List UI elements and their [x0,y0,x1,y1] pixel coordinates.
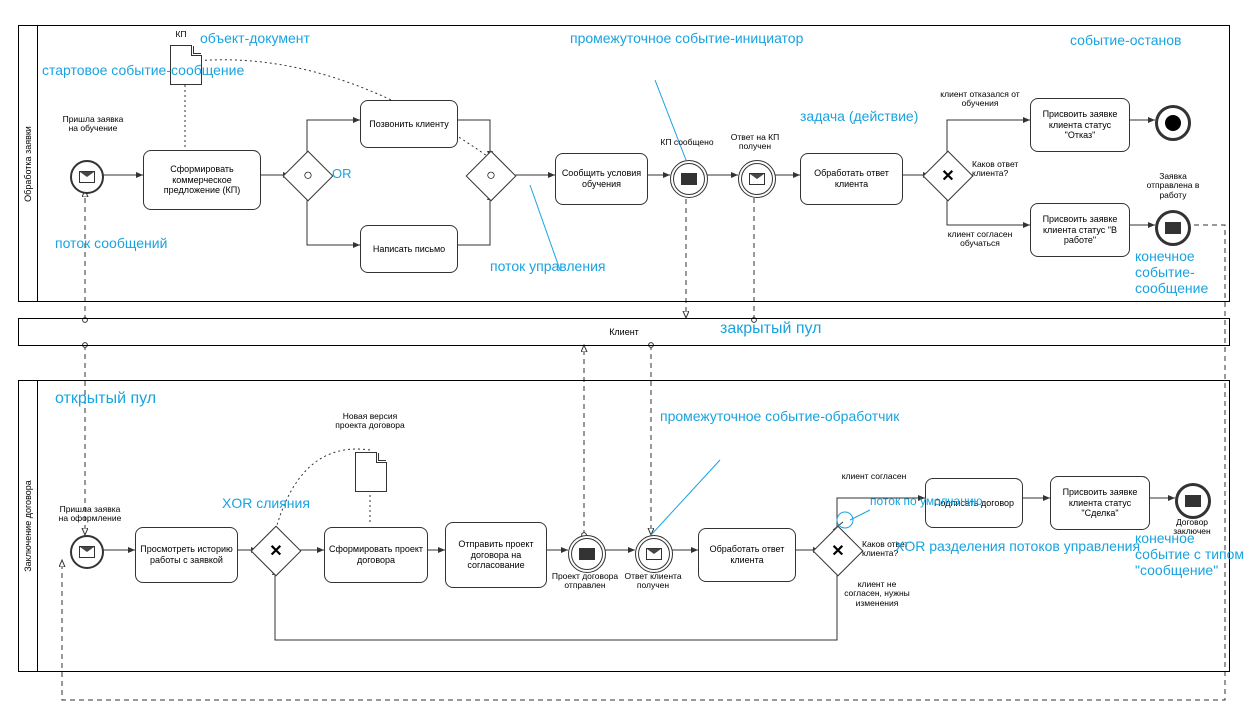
start-event-label-2: Пришла заявка на оформление [55,505,125,524]
task-status-deal: Присвоить заявке клиента статус "Сделка" [1050,476,1150,530]
anno-object-document: объект-документ [200,30,310,46]
task-inform-conditions: Сообщить условия обучения [555,153,648,205]
anno-xor-merge: XOR слияния [222,495,310,511]
doc-label-contract: Новая версия проекта договора [335,412,405,431]
task-status-inwork: Присвоить заявке клиента статус "В работ… [1030,203,1130,257]
anno-default-flow: поток по умолчанию [870,495,983,509]
lane-2-text: Заключение договора [23,480,33,572]
task-form-kp: Сформировать коммерческое предложение (К… [143,150,261,210]
intermediate-throw-kp [670,160,708,198]
anno-closed-pool: закрытый пул [720,320,822,338]
pool-contract: Заключение договора [18,380,1230,672]
intermediate-throw-contract [568,535,606,573]
cond-refuse: клиент отказался от обучения [940,90,1020,109]
task-send-contract: Отправить проект договора на согласовани… [445,522,547,588]
gw-q-1: Каков ответ клиента? [972,160,1028,179]
anno-open-pool: открытый пул [55,390,156,408]
anno-task-action: задача (действие) [800,108,918,124]
start-event-message-2 [70,535,104,569]
anno-ctrl-flow: поток управления [490,258,605,274]
end-event-message-2 [1175,483,1211,519]
task-process-answer-2: Обработать ответ клиента [698,528,796,582]
or-label: OR [332,167,352,182]
anno-inter-init: промежуточное событие-инициатор [570,30,803,46]
task-call-client: Позвонить клиенту [360,100,458,148]
task-form-contract: Сформировать проект договора [324,527,428,583]
evt-label-contract-sent: Проект договора отправлен [550,572,620,591]
evt-label-client-answer: Ответ клиента получен [620,572,686,591]
doc-label-kp: КП [166,30,196,39]
lane-label-1: Обработка заявки [19,26,38,301]
evt-label-answer: Ответ на КП получен [724,133,786,152]
evt-label-kp-sent: КП сообщено [655,138,719,147]
client-pool-label: Клиент [609,327,639,337]
lane-1-text: Обработка заявки [23,126,33,202]
cond-agree: клиент согласен обучаться [940,230,1020,249]
end-event-message-1 [1155,210,1191,246]
cond-agree-2: клиент согласен [838,472,910,481]
task-view-history: Просмотреть историю работы с заявкой [135,527,238,583]
start-event-message-1 [70,160,104,194]
data-object-contract [355,452,387,492]
pool-client-closed: Клиент [18,318,1230,346]
task-write-letter: Написать письмо [360,225,458,273]
end-label-sent: Заявка отправлена в работу [1140,172,1206,200]
intermediate-catch-client-answer [635,535,673,573]
anno-xor-split: XOR разделения потоков управления [895,538,1140,554]
cond-disagree-2: клиент не согласен, нужны изменения [838,580,916,608]
anno-msg-flow: поток сообщений [55,235,167,251]
anno-end-stop: событие-останов [1070,32,1182,48]
anno-start-msg: стартовое событие-сообщение [42,62,244,78]
task-process-answer-1: Обработать ответ клиента [800,153,903,205]
intermediate-catch-answer [738,160,776,198]
lane-label-2: Заключение договора [19,381,38,671]
task-status-refuse: Присвоить заявке клиента статус "Отказ" [1030,98,1130,152]
anno-end-msg-type: конечное событие с типом "сообщение" [1135,530,1245,578]
anno-inter-handler: промежуточное событие-обработчик [660,408,899,424]
anno-end-msg: конечное событие-сообщение [1135,248,1245,296]
start-event-label-1: Пришла заявка на обучение [58,115,128,134]
end-event-terminate [1155,105,1191,141]
